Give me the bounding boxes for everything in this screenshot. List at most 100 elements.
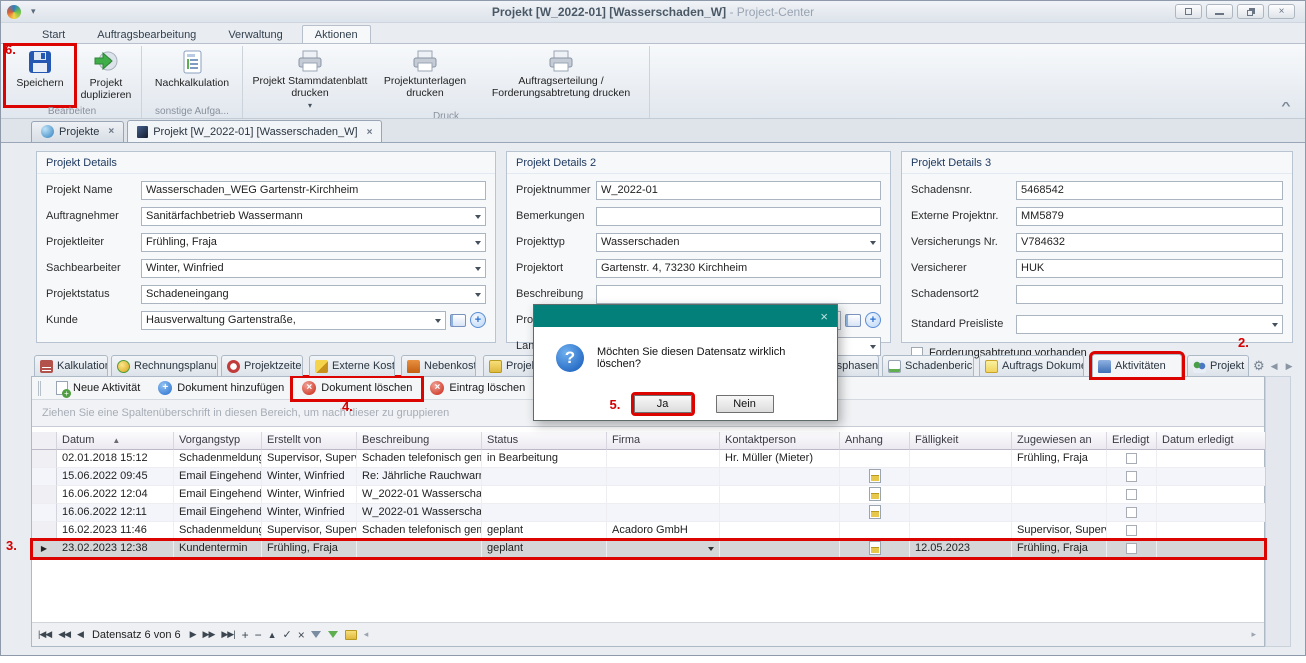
cell-erstellt-von[interactable]: Winter, Winfried bbox=[262, 468, 357, 486]
nav-first-icon[interactable]: |◀◀ bbox=[38, 629, 51, 640]
col-header-zugewiesen-an[interactable]: Zugewiesen an bbox=[1012, 432, 1107, 450]
cell-status[interactable] bbox=[482, 486, 607, 504]
projektstatus-combo[interactable]: Schadeneingang bbox=[141, 285, 486, 304]
table-row[interactable]: 02.01.2018 15:12 Schadenmeldung Supervis… bbox=[32, 450, 1265, 468]
attachment-icon[interactable] bbox=[869, 469, 881, 483]
nav-cancel-icon[interactable]: × bbox=[298, 628, 304, 642]
cell-faelligkeit[interactable] bbox=[910, 522, 1012, 540]
close-tab-icon[interactable]: × bbox=[367, 127, 373, 138]
cell-datum-erledigt[interactable] bbox=[1157, 486, 1265, 504]
app-icon[interactable] bbox=[7, 5, 21, 19]
cell-firma[interactable] bbox=[607, 504, 720, 522]
neue-aktivitaet-button[interactable]: +Neue Aktivität bbox=[47, 378, 149, 399]
cell-zugewiesen-an[interactable]: Supervisor, Supervis... bbox=[1012, 522, 1107, 540]
dialog-close-icon[interactable]: × bbox=[820, 310, 828, 323]
cell-erledigt[interactable] bbox=[1107, 504, 1157, 522]
cell-beschreibung[interactable]: Re: Jährliche Rauchwarnmelderwar bbox=[357, 468, 482, 486]
cell-datum[interactable]: 16.02.2023 11:46 bbox=[57, 522, 174, 540]
nachkalkulation-button[interactable]: Nachkalkulation bbox=[145, 46, 239, 105]
close-button[interactable]: × bbox=[1268, 4, 1295, 19]
bemerkungen-input[interactable] bbox=[596, 207, 881, 226]
attachment-icon[interactable] bbox=[869, 487, 881, 501]
tab-scroll-right-icon[interactable]: ▶ bbox=[1286, 361, 1293, 372]
erledigt-checkbox[interactable] bbox=[1126, 507, 1137, 518]
projektnummer-input[interactable]: W_2022-01 bbox=[596, 181, 881, 200]
col-header-firma[interactable]: Firma bbox=[607, 432, 720, 450]
nein-button[interactable]: Nein bbox=[716, 395, 774, 413]
cell-datum[interactable]: 23.02.2023 12:38 bbox=[57, 540, 174, 558]
cell-datum-erledigt[interactable] bbox=[1157, 468, 1265, 486]
dokument-loeschen-button[interactable]: ×Dokument löschen4. bbox=[293, 378, 421, 399]
ribbon-tab-aktionen[interactable]: Aktionen bbox=[302, 25, 371, 43]
ribbon-collapse-chevron-icon[interactable]: ^ bbox=[1281, 101, 1290, 112]
cell-firma[interactable] bbox=[607, 486, 720, 504]
chevron-down-icon[interactable] bbox=[475, 215, 481, 222]
attachment-icon[interactable] bbox=[869, 541, 881, 555]
erledigt-checkbox[interactable] bbox=[1126, 471, 1137, 482]
cell-status[interactable] bbox=[482, 468, 607, 486]
cell-kontaktperson[interactable]: Hr. Müller (Mieter) bbox=[720, 450, 840, 468]
chevron-down-icon[interactable] bbox=[708, 547, 714, 554]
beschreibung-input[interactable] bbox=[596, 285, 881, 304]
cell-status[interactable]: geplant bbox=[482, 522, 607, 540]
stammdatenblatt-drucken-button[interactable]: Projekt Stammdatenblatt drucken ▾ bbox=[246, 46, 374, 110]
cell-zugewiesen-an[interactable] bbox=[1012, 486, 1107, 504]
cell-erstellt-von[interactable]: Supervisor, Supervis... bbox=[262, 522, 357, 540]
nav-edit-icon[interactable]: ▲ bbox=[268, 630, 276, 640]
cell-datum[interactable]: 16.06.2022 12:04 bbox=[57, 486, 174, 504]
fit-window-button[interactable] bbox=[1175, 4, 1202, 19]
cell-status[interactable]: in Bearbeitung bbox=[482, 450, 607, 468]
cell-datum-erledigt[interactable] bbox=[1157, 522, 1265, 540]
tab-projektzeiten[interactable]: Projektzeiten bbox=[221, 355, 303, 376]
tab-projekt-k[interactable]: Projekt K bbox=[1187, 355, 1249, 376]
col-header-vorgangstyp[interactable]: Vorgangstyp bbox=[174, 432, 262, 450]
add-icon[interactable]: + bbox=[470, 312, 486, 328]
cell-erledigt[interactable] bbox=[1107, 468, 1157, 486]
table-row[interactable]: 16.06.2022 12:11 Email Eingehend Winter,… bbox=[32, 504, 1265, 522]
externe-projektnr-input[interactable]: MM5879 bbox=[1016, 207, 1283, 226]
cell-faelligkeit[interactable] bbox=[910, 450, 1012, 468]
cell-zugewiesen-an[interactable] bbox=[1012, 504, 1107, 522]
tab-rechnungsplanung[interactable]: Rechnungsplanung bbox=[111, 355, 218, 376]
cell-datum-erledigt[interactable] bbox=[1157, 504, 1265, 522]
schadensnr-input[interactable]: 5468542 bbox=[1016, 181, 1283, 200]
cell-beschreibung[interactable]: W_2022-01 Wasserschaden_WEG bbox=[357, 486, 482, 504]
nav-next-icon[interactable]: ▶ bbox=[190, 629, 196, 640]
cell-erledigt[interactable] bbox=[1107, 540, 1157, 558]
projektleiter-combo[interactable]: Frühling, Fraja bbox=[141, 233, 486, 252]
cell-zugewiesen-an[interactable]: Frühling, Fraja bbox=[1012, 540, 1107, 558]
tab-scroll-left-icon[interactable]: ◀ bbox=[1271, 361, 1278, 372]
nav-delete-icon[interactable]: − bbox=[255, 628, 261, 642]
cell-anhang[interactable] bbox=[840, 450, 910, 468]
projektort-input[interactable]: Gartenstr. 4, 73230 Kirchheim bbox=[596, 259, 881, 278]
nav-prev-icon[interactable]: ◀ bbox=[77, 629, 83, 640]
tab-schadenberichte[interactable]: Schadenberichte bbox=[882, 355, 974, 376]
cell-faelligkeit[interactable]: 12.05.2023 bbox=[910, 540, 1012, 558]
cell-datum[interactable]: 02.01.2018 15:12 bbox=[57, 450, 174, 468]
ja-button[interactable]: Ja bbox=[634, 395, 692, 413]
gear-icon[interactable]: ⚙ bbox=[1253, 358, 1265, 374]
col-header-faelligkeit[interactable]: Fälligkeit bbox=[910, 432, 1012, 450]
ribbon-tab-start[interactable]: Start bbox=[29, 25, 78, 43]
col-header-beschreibung[interactable]: Beschreibung bbox=[357, 432, 482, 450]
cell-vorgangstyp[interactable]: Email Eingehend bbox=[174, 468, 262, 486]
schadensort2-input[interactable] bbox=[1016, 285, 1283, 304]
cell-datum-erledigt[interactable] bbox=[1157, 540, 1265, 558]
table-row[interactable]: 16.06.2022 12:04 Email Eingehend Winter,… bbox=[32, 486, 1265, 504]
chevron-down-icon[interactable] bbox=[435, 319, 441, 326]
cell-erstellt-von[interactable]: Supervisor, Supervis... bbox=[262, 450, 357, 468]
chevron-down-icon[interactable] bbox=[1272, 323, 1278, 330]
cell-datum[interactable]: 16.06.2022 12:11 bbox=[57, 504, 174, 522]
toolbar-grip[interactable] bbox=[38, 381, 43, 396]
cell-firma-combo[interactable] bbox=[607, 540, 720, 558]
doc-tab-projekte[interactable]: Projekte × bbox=[31, 121, 124, 142]
cell-vorgangstyp[interactable]: Email Eingehend bbox=[174, 504, 262, 522]
page-scroll-strip[interactable] bbox=[1265, 376, 1291, 647]
speichern-button[interactable]: Speichern bbox=[6, 46, 74, 105]
cell-beschreibung[interactable] bbox=[357, 540, 482, 558]
cell-zugewiesen-an[interactable] bbox=[1012, 468, 1107, 486]
cell-kontaktperson[interactable] bbox=[720, 468, 840, 486]
hscroll-left-icon[interactable]: ◂ bbox=[364, 629, 369, 640]
cell-beschreibung[interactable]: W_2022-01 Wasserschaden_WEG bbox=[357, 504, 482, 522]
chevron-down-icon[interactable] bbox=[475, 267, 481, 274]
